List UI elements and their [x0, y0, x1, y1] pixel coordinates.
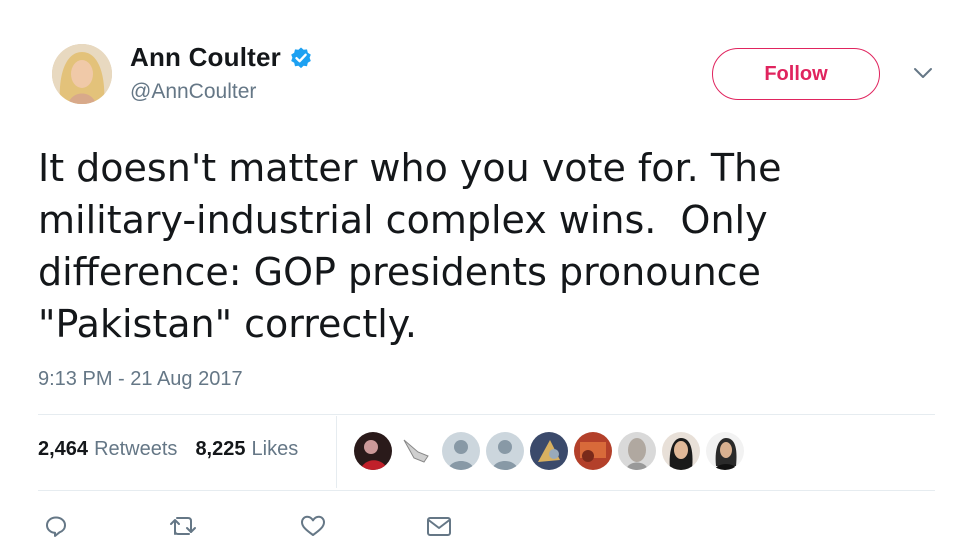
liker-avatar[interactable] — [398, 432, 436, 470]
author-display-name[interactable]: Ann Coulter — [130, 42, 281, 73]
likes-stat[interactable]: 8,225 Likes — [195, 438, 298, 461]
liker-avatar[interactable] — [618, 432, 656, 470]
verified-badge-icon — [289, 46, 313, 70]
liker-avatar[interactable] — [530, 432, 568, 470]
avatar-image — [52, 44, 112, 104]
author-handle[interactable]: @AnnCoulter — [130, 80, 256, 104]
reply-icon[interactable] — [44, 514, 68, 538]
divider-bottom — [38, 490, 935, 491]
liker-avatar[interactable] — [662, 432, 700, 470]
direct-message-icon[interactable] — [426, 514, 452, 538]
retweets-count: 2,464 — [38, 438, 89, 460]
liker-avatar[interactable] — [486, 432, 524, 470]
chevron-down-icon[interactable] — [912, 66, 934, 80]
author-avatar[interactable] — [52, 44, 112, 104]
retweets-stat[interactable]: 2,464 Retweets — [38, 438, 177, 461]
likes-label: Likes — [251, 438, 299, 460]
liker-avatar[interactable] — [574, 432, 612, 470]
retweet-icon[interactable] — [168, 514, 198, 538]
liker-avatar[interactable] — [442, 432, 480, 470]
tweet-text: It doesn't matter who you vote for. The … — [38, 146, 782, 346]
liker-avatar[interactable] — [706, 432, 744, 470]
likes-count: 8,225 — [195, 438, 246, 460]
author-name-row: Ann Coulter — [130, 42, 313, 73]
stats-separator — [336, 416, 337, 488]
liker-avatars — [354, 432, 744, 470]
tweet-timestamp[interactable]: 9:13 PM - 21 Aug 2017 — [38, 368, 243, 391]
liker-avatar[interactable] — [354, 432, 392, 470]
tweet-stats: 2,464 Retweets 8,225 Likes — [38, 438, 298, 461]
like-icon[interactable] — [300, 514, 326, 538]
follow-button[interactable]: Follow — [712, 48, 880, 100]
retweets-label: Retweets — [94, 438, 178, 460]
divider-top — [38, 414, 935, 415]
